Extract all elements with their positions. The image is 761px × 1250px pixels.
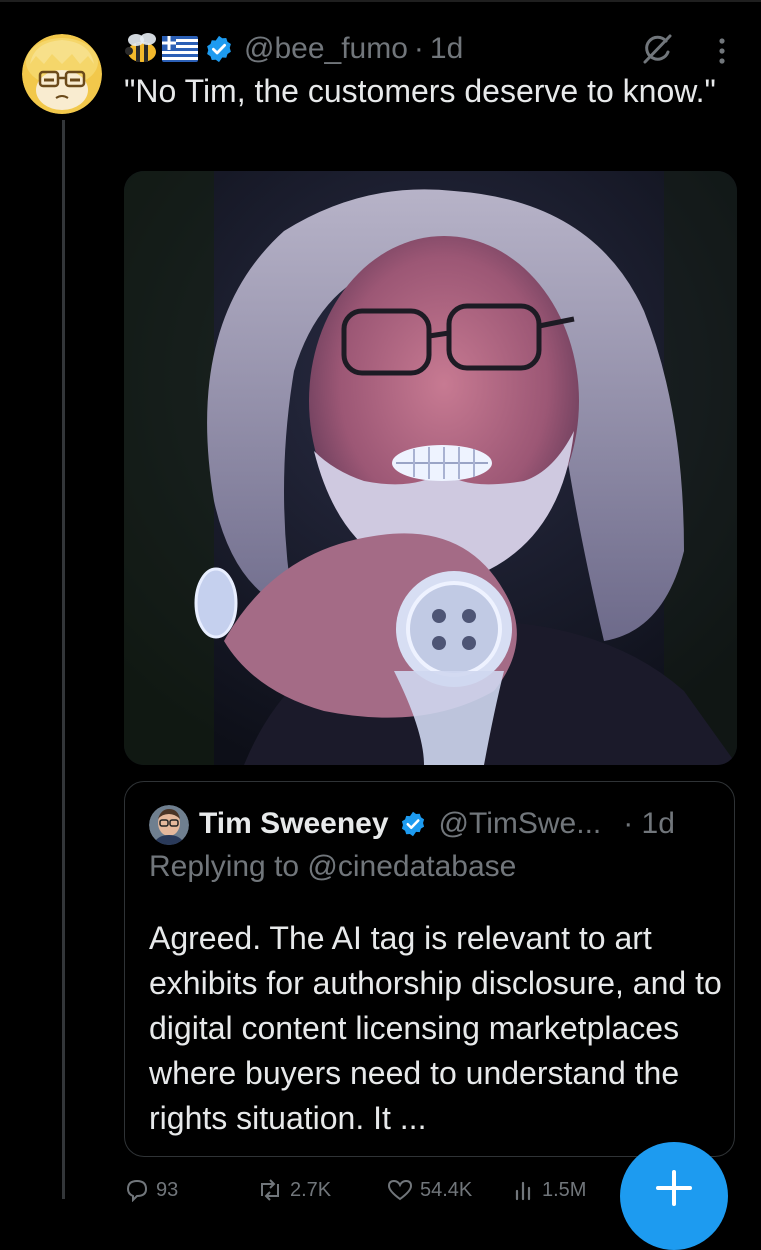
views-button[interactable]: 1.5M	[512, 1178, 586, 1202]
reply-button[interactable]: 93	[124, 1178, 178, 1202]
tim-sweeney-avatar-image	[149, 805, 189, 845]
like-button[interactable]: 54.4K	[386, 1178, 472, 1202]
fumo-avatar-image	[22, 34, 102, 114]
greece-flag-icon	[162, 36, 198, 62]
quoted-author-name: Tim Sweeney	[199, 807, 389, 840]
thread-line	[62, 120, 65, 1199]
quoted-post-card[interactable]: Tim Sweeney @TimSwe... · 1d Replying to …	[124, 781, 735, 1157]
view-count: 1.5M	[542, 1178, 587, 1201]
author-display-name[interactable]: 🐝🇬🇷	[124, 32, 198, 66]
quoted-post-time: · 1d	[623, 807, 675, 840]
verified-badge-icon	[401, 811, 424, 837]
reply-icon	[126, 1179, 148, 1202]
repost-button[interactable]: 2.7K	[256, 1178, 331, 1202]
quoted-post-text: Agreed. The AI tag is relevant to art ex…	[149, 920, 731, 1136]
like-count: 54.4K	[420, 1178, 473, 1201]
like-icon	[387, 1179, 413, 1201]
reply-count: 93	[156, 1178, 179, 1201]
bee-icon	[125, 33, 156, 62]
more-icon[interactable]	[716, 36, 728, 66]
views-icon	[515, 1181, 531, 1201]
quoted-author-handle: @TimSwe...	[438, 807, 602, 840]
author-avatar[interactable]	[22, 34, 102, 114]
quoted-author-avatar	[149, 805, 189, 845]
post-media-image[interactable]	[124, 171, 737, 765]
compose-fab-button[interactable]	[620, 1142, 728, 1250]
bearded-man-photo	[124, 171, 737, 765]
post-text: "No Tim, the customers deserve to know."	[124, 73, 716, 109]
post-time[interactable]: 1d	[430, 32, 463, 66]
post-header: 🐝🇬🇷 @bee_fumo · 1d	[124, 26, 463, 72]
plus-icon	[656, 1170, 692, 1206]
quoted-replying-to: Replying to @cinedatabase	[149, 850, 517, 883]
quoted-post-header: Tim Sweeney @TimSwe... · 1d	[199, 802, 675, 846]
verified-badge-icon	[207, 35, 231, 63]
repost-icon	[261, 1179, 279, 1201]
post-action-bar: 93 2.7K 54.4K 1.5M	[124, 1178, 644, 1208]
repost-count: 2.7K	[290, 1178, 332, 1201]
grok-icon[interactable]	[640, 32, 674, 66]
author-handle[interactable]: @bee_fumo	[244, 32, 408, 66]
header-separator: ·	[413, 32, 424, 65]
top-divider	[0, 0, 761, 2]
